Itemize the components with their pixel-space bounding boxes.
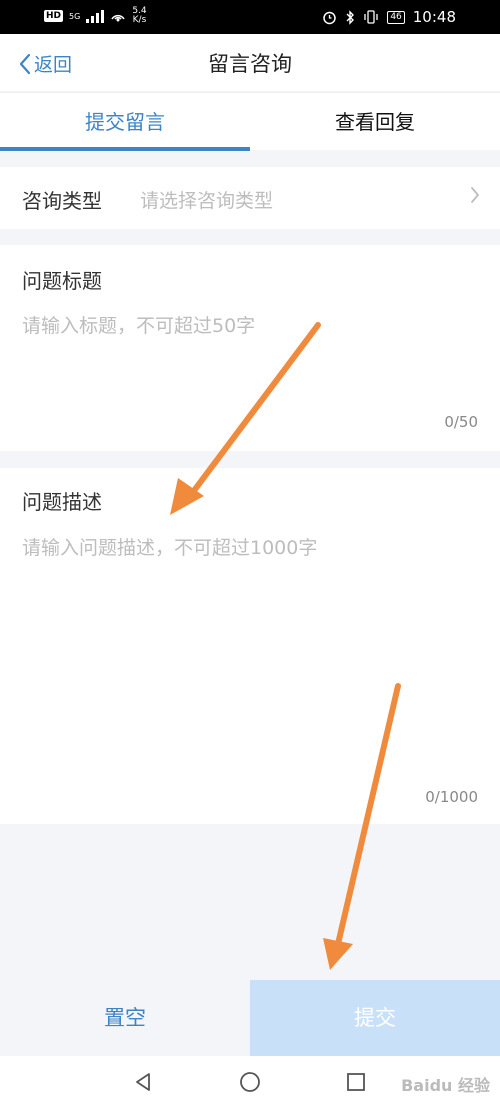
tab-submit-message[interactable]: 提交留言 [0, 93, 250, 151]
signal-icon [86, 9, 105, 23]
clock: 10:48 [412, 8, 456, 26]
hd-badge: HD [44, 10, 64, 22]
question-desc-placeholder: 请输入问题描述，不可超过1000字 [22, 537, 318, 559]
consult-type-label: 咨询类型 [22, 189, 102, 213]
clear-button[interactable]: 置空 [0, 980, 250, 1056]
tab-bar: 提交留言 查看回复 [0, 92, 500, 151]
status-bar: HD 5G 5.4 K/s 46 10:48 [0, 0, 500, 34]
question-title-section: 问题标题 请输入标题，不可超过50字 0/50 [0, 245, 500, 451]
question-desc-label: 问题描述 [22, 490, 102, 514]
submit-button[interactable]: 提交 [250, 980, 500, 1056]
vibrate-icon [364, 10, 378, 24]
alarm-icon [323, 11, 337, 24]
status-left: HD 5G 5.4 K/s [44, 7, 147, 25]
battery-icon: 46 [387, 10, 405, 24]
nav-back-icon[interactable] [132, 1071, 154, 1093]
action-bar: 置空 提交 [0, 980, 500, 1056]
net-speed: 5.4 K/s [132, 7, 146, 25]
hotspot-icon [111, 14, 125, 22]
question-title-placeholder: 请输入标题，不可超过50字 [22, 315, 256, 337]
nav-home-icon[interactable] [239, 1071, 261, 1093]
question-desc-input[interactable]: 请输入问题描述，不可超过1000字 [22, 528, 478, 778]
tab-view-replies[interactable]: 查看回复 [250, 93, 500, 151]
question-desc-section: 问题描述 请输入问题描述，不可超过1000字 0/1000 [0, 468, 500, 824]
watermark: Baidu 经验 [401, 1076, 490, 1095]
nav-recents-icon[interactable] [345, 1071, 367, 1093]
network-type: 5G [69, 11, 81, 21]
page-title: 留言咨询 [208, 52, 292, 76]
desc-char-counter: 0/1000 [425, 788, 478, 806]
bluetooth-icon [346, 9, 355, 25]
question-title-label: 问题标题 [22, 269, 102, 293]
status-right: 46 10:48 [322, 8, 456, 26]
header: 返回 留言咨询 [0, 34, 500, 91]
question-title-input[interactable]: 请输入标题，不可超过50字 [22, 307, 478, 407]
title-char-counter: 0/50 [444, 413, 478, 431]
consult-type-placeholder: 请选择咨询类型 [140, 190, 274, 212]
consult-type-select[interactable]: 咨询类型 请选择咨询类型 [0, 167, 500, 229]
net-speed-unit: K/s [132, 15, 147, 25]
chevron-right-icon [471, 187, 480, 203]
